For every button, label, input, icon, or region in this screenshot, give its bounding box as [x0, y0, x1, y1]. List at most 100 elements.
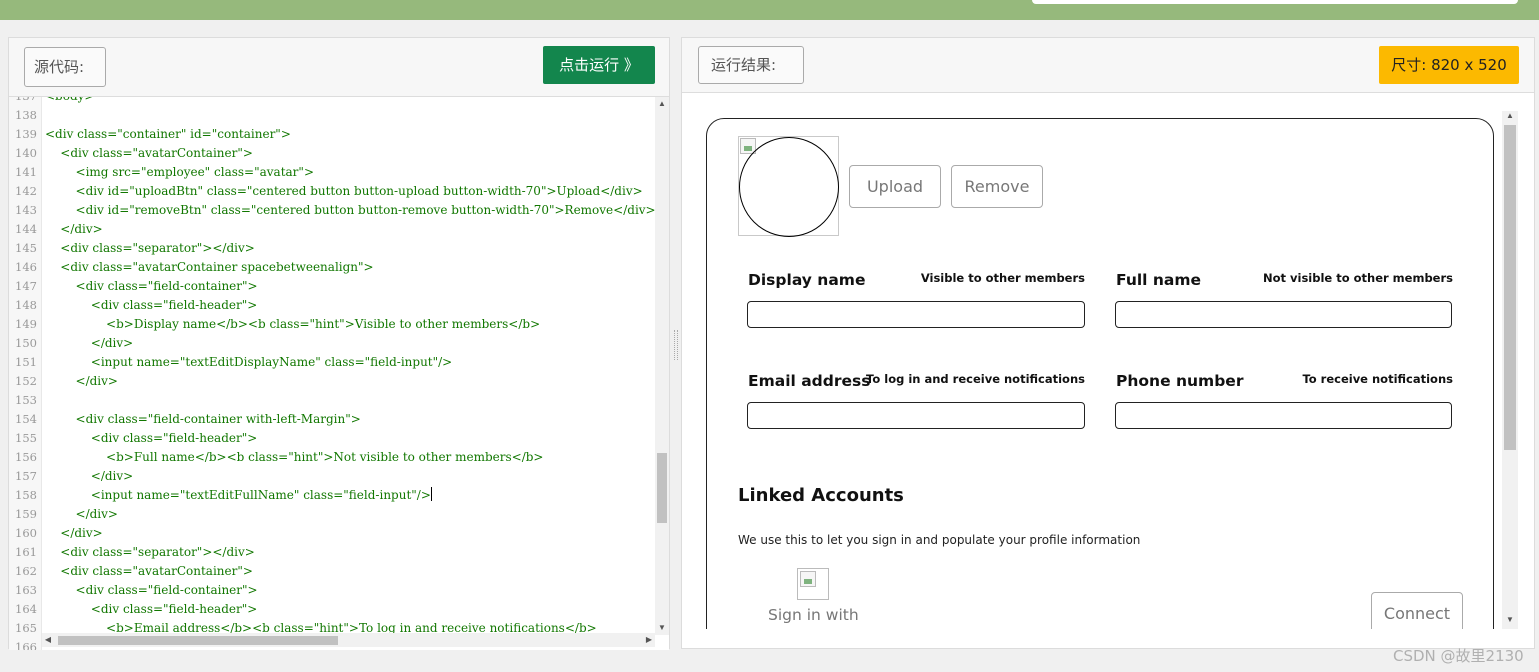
line-number: 157 [15, 469, 37, 483]
line-number: 156 [15, 450, 37, 464]
code-text: <div class="field-container"> [45, 279, 258, 293]
code-text: </div> [45, 507, 118, 521]
result-panel-header: 运行结果: 尺寸: 820 x 520 [682, 38, 1534, 93]
code-line[interactable]: 141 <img src="employee" class="avatar"> [9, 163, 655, 182]
code-line[interactable]: 143 <div id="removeBtn" class="centered … [9, 201, 655, 220]
code-line[interactable]: 150 </div> [9, 334, 655, 353]
code-line[interactable]: 153 [9, 391, 655, 410]
line-number: 152 [15, 374, 37, 388]
editor-vertical-scroll-thumb[interactable] [657, 453, 667, 523]
code-line[interactable]: 137 <body> [9, 97, 655, 106]
code-line[interactable]: 151 <input name="textEditDisplayName" cl… [9, 353, 655, 372]
line-number: 159 [15, 507, 37, 521]
code-line[interactable]: 152 </div> [9, 372, 655, 391]
line-number: 153 [15, 393, 37, 407]
code-text: <div class="field-container"> [45, 583, 258, 597]
line-number: 140 [15, 146, 37, 160]
code-line[interactable]: 162 <div class="avatarContainer"> [9, 562, 655, 581]
line-number: 150 [15, 336, 37, 350]
connect-button[interactable]: Connect [1371, 592, 1463, 629]
code-text: </div> [45, 336, 134, 350]
code-text: <div class="avatarContainer"> [45, 564, 253, 578]
run-button[interactable]: 点击运行 》 [543, 46, 655, 84]
top-bar [0, 0, 1539, 20]
editor-horizontal-scrollbar[interactable]: ◀ ▶ [42, 633, 655, 647]
scroll-down-arrow-icon[interactable]: ▼ [1503, 615, 1517, 624]
avatar-circle [739, 137, 839, 237]
line-number: 138 [15, 108, 37, 122]
display-name-label: Display name [748, 271, 866, 289]
code-text: <div class="field-container with-left-Ma… [45, 412, 361, 426]
phone-hint: To receive notifications [1302, 372, 1453, 386]
scroll-down-arrow-icon[interactable]: ▼ [655, 623, 669, 632]
line-number: 154 [15, 412, 37, 426]
code-text: <b>Display name</b><b class="hint">Visib… [45, 317, 541, 331]
line-number: 151 [15, 355, 37, 369]
code-line[interactable]: 146 <div class="avatarContainer spacebet… [9, 258, 655, 277]
code-line[interactable]: 164 <div class="field-header"> [9, 600, 655, 619]
scroll-left-arrow-icon[interactable]: ◀ [44, 635, 52, 644]
editor-vertical-scrollbar[interactable]: ▲ ▼ [655, 97, 669, 635]
code-text: <input name="textEditDisplayName" class=… [45, 355, 453, 369]
line-number: 163 [15, 583, 37, 597]
preview-frame: Upload Remove Display name Visible to ot… [682, 94, 1534, 629]
code-line[interactable]: 161 <div class="separator"></div> [9, 543, 655, 562]
code-line[interactable]: 144 </div> [9, 220, 655, 239]
scroll-up-arrow-icon[interactable]: ▲ [1503, 111, 1517, 120]
code-line[interactable]: 157 </div> [9, 467, 655, 486]
code-text: </div> [45, 222, 103, 236]
code-lines: 137 <body> 138 139 <div class="container" id… [9, 97, 655, 650]
phone-input[interactable] [1115, 402, 1452, 429]
email-hint: To log in and receive notifications [866, 372, 1085, 386]
line-number: 148 [15, 298, 37, 312]
code-line[interactable]: 145 <div class="separator"></div> [9, 239, 655, 258]
code-line[interactable]: 148 <div class="field-header"> [9, 296, 655, 315]
code-line[interactable]: 147 <div class="field-container"> [9, 277, 655, 296]
code-line[interactable]: 160 </div> [9, 524, 655, 543]
code-line[interactable]: 138 [9, 106, 655, 125]
code-line[interactable]: 139 <div class="container" id="container"… [9, 125, 655, 144]
remove-button[interactable]: Remove [951, 165, 1043, 208]
phone-label: Phone number [1116, 372, 1244, 390]
code-text: <div class="separator"></div> [45, 241, 255, 255]
email-input[interactable] [747, 402, 1085, 429]
editor-horizontal-scroll-thumb[interactable] [58, 636, 338, 645]
line-number: 146 [15, 260, 37, 274]
code-editor[interactable]: 137 <body> 138 139 <div class="container" id… [9, 97, 669, 650]
code-text: <div class="avatarContainer spacebetween… [45, 260, 374, 274]
broken-image-icon [800, 571, 816, 587]
code-text: <div class="separator"></div> [45, 545, 255, 559]
code-line[interactable]: 142 <div id="uploadBtn" class="centered … [9, 182, 655, 201]
display-name-hint: Visible to other members [920, 271, 1085, 285]
code-line[interactable]: 158 <input name="textEditFullName" class… [9, 486, 655, 505]
code-line[interactable]: 149 <b>Display name</b><b class="hint">V… [9, 315, 655, 334]
code-line[interactable]: 159 </div> [9, 505, 655, 524]
line-number: 162 [15, 564, 37, 578]
code-text: <img src="employee" class="avatar"> [45, 165, 314, 179]
code-line[interactable]: 155 <div class="field-header"> [9, 429, 655, 448]
scroll-up-arrow-icon[interactable]: ▲ [655, 99, 669, 108]
preview-scroll-thumb[interactable] [1504, 125, 1516, 450]
email-label: Email address [748, 372, 871, 390]
upload-button[interactable]: Upload [849, 165, 941, 208]
code-line[interactable]: 154 <div class="field-container with-lef… [9, 410, 655, 429]
full-name-hint: Not visible to other members [1262, 271, 1453, 285]
top-search-input[interactable] [1032, 0, 1518, 4]
full-name-input[interactable] [1115, 301, 1452, 328]
linked-accounts-title: Linked Accounts [738, 485, 904, 506]
code-text: <div class="container" id="container"> [45, 127, 291, 141]
scroll-right-arrow-icon[interactable]: ▶ [645, 635, 653, 644]
display-name-input[interactable] [747, 301, 1085, 328]
preview-vertical-scrollbar[interactable]: ▲ ▼ [1502, 111, 1518, 629]
text-cursor [430, 487, 432, 501]
line-number: 166 [15, 640, 37, 650]
provider-logo [797, 568, 829, 600]
code-line[interactable]: 140 <div class="avatarContainer"> [9, 144, 655, 163]
full-name-label: Full name [1116, 271, 1202, 289]
code-line[interactable]: 156 <b>Full name</b><b class="hint">Not … [9, 448, 655, 467]
code-line[interactable]: 163 <div class="field-container"> [9, 581, 655, 600]
source-code-label: 源代码: [24, 47, 106, 87]
code-text: </div> [45, 374, 118, 388]
panel-resize-handle[interactable] [674, 330, 678, 360]
watermark: CSDN @故里2130 [1393, 647, 1524, 665]
